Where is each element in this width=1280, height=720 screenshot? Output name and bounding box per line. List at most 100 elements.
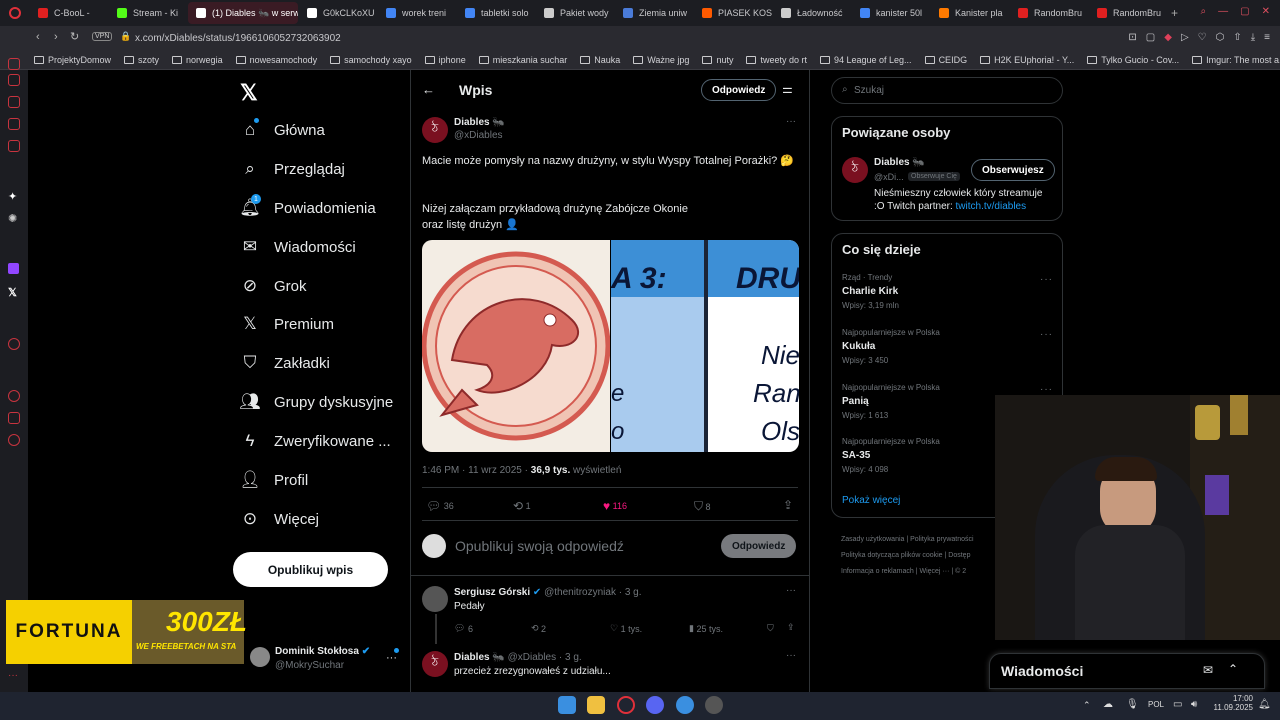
post-menu-icon[interactable]: ··· — [786, 116, 796, 127]
history-icon[interactable] — [8, 74, 20, 86]
reply2-avatar[interactable]: ঠ — [422, 651, 448, 677]
bookmark-item[interactable]: Imgur: The most a... — [1192, 55, 1280, 65]
account-menu-icon[interactable]: ··· — [386, 652, 397, 664]
browser-tab[interactable]: Stream - Ki — [109, 2, 187, 24]
footer-link[interactable]: Dostęp — [948, 552, 970, 559]
reply-avatar[interactable] — [422, 586, 448, 612]
related-name[interactable]: Diables 🐜 — [874, 157, 925, 168]
trend-menu-icon[interactable]: ··· — [1040, 384, 1053, 395]
messenger-icon[interactable] — [8, 58, 20, 70]
clock[interactable]: 17:00 11.09.2025 — [1213, 694, 1253, 712]
browser-tab[interactable]: Ziemia uniw — [615, 2, 693, 24]
nav-item-4[interactable]: ⊘ Grok — [240, 276, 307, 296]
browser-tab[interactable]: RandomBru — [1010, 2, 1088, 24]
notifications-icon[interactable]: 🔔︎ — [1258, 699, 1271, 710]
back-icon[interactable]: ‹ — [36, 31, 40, 43]
language-indicator[interactable]: POL — [1148, 700, 1164, 709]
settings-icon[interactable] — [8, 434, 20, 446]
bookmark-item[interactable]: H2K EUphoria! - Y... — [980, 55, 1074, 65]
start-icon[interactable] — [558, 696, 576, 714]
opera-logo-icon[interactable] — [0, 7, 30, 19]
nav-item-3[interactable]: ✉ Wiadomości — [240, 237, 356, 257]
nav-item-8[interactable]: ϟ Zweryfikowane ... — [240, 431, 391, 451]
sliders-icon[interactable]: ⚌ — [782, 82, 793, 96]
x-icon[interactable]: 𝕏 — [8, 286, 17, 299]
trend-menu-icon[interactable]: ··· — [1040, 329, 1053, 340]
reply-stat[interactable]: 💬︎ 36 — [426, 499, 454, 513]
reply-header[interactable]: Sergiusz Górski ✔ @thenitrozyniak · 3 g. — [454, 587, 642, 598]
bookmark-item[interactable]: nuty — [702, 55, 733, 65]
twitch-link[interactable]: twitch.tv/diables — [956, 201, 1027, 212]
browser-tab[interactable]: Kanister pla — [931, 2, 1009, 24]
menu-icon[interactable]: ≡ — [1264, 32, 1270, 43]
account-name[interactable]: Dominik Stokłosa ✔ — [275, 646, 370, 657]
reply-menu-icon[interactable]: ··· — [786, 585, 796, 596]
related-avatar[interactable]: ঠ — [842, 157, 868, 183]
maximize-button[interactable]: ▢ — [1240, 6, 1249, 17]
search-box[interactable]: ⌕ Szukaj — [831, 77, 1063, 104]
pin-icon[interactable] — [8, 412, 20, 424]
footer-link[interactable]: Zasady użytkowania — [841, 536, 904, 543]
vpn-badge[interactable]: VPN — [92, 32, 113, 41]
author-name[interactable]: Diables 🐜 — [454, 117, 505, 128]
share-icon[interactable]: ⇧ — [1233, 32, 1241, 43]
post-button[interactable]: Opublikuj wpis — [233, 552, 388, 587]
browser-tab[interactable]: C-BooL - — [30, 2, 108, 24]
back-arrow-icon[interactable]: ← — [422, 82, 435, 97]
browser-tab[interactable]: kanister 50l — [852, 2, 930, 24]
trend-item[interactable]: Najpopularniejsze w Polska Kukuła Wpisy: 3… — [842, 328, 940, 365]
follow-button[interactable]: Obserwujesz — [971, 159, 1055, 181]
nav-item-6[interactable]: ⛉ Zakładki — [240, 353, 330, 373]
reload-icon[interactable]: ↻ — [70, 30, 79, 43]
account-avatar[interactable] — [250, 647, 270, 667]
heart-icon[interactable]: ♡ — [1198, 32, 1207, 43]
share-post-icon[interactable]: ⇪ — [783, 498, 793, 512]
nav-item-9[interactable]: 👤︎ Profil — [239, 470, 308, 490]
bookmark-stat[interactable]: ⛉ 8 — [694, 499, 711, 514]
bookmark-item[interactable]: Tylko Gucio - Cov... — [1087, 55, 1179, 65]
search-input[interactable]: Szukaj — [854, 85, 884, 96]
retweet-stat[interactable]: ⟲ 1 — [513, 499, 531, 513]
trend-item[interactable]: Rząd · Trendy Charlie Kirk Wpisy: 3,19 mln — [842, 273, 899, 310]
bookmark-item[interactable]: CEIDG — [924, 55, 967, 65]
new-message-icon[interactable]: ✉ — [1203, 663, 1213, 677]
footer-link[interactable]: Polityka dotycząca plików cookie — [841, 552, 943, 559]
fortuna-ad[interactable]: FORTUNA 300ZŁ WE FREEBETACH NA STA — [6, 600, 247, 664]
forward-icon[interactable]: › — [54, 31, 58, 43]
browser-tab[interactable]: Pakiet wody — [536, 2, 614, 24]
bookmark-item[interactable]: ProjektyDomow — [34, 55, 111, 65]
bookmark-item[interactable]: norwegia — [172, 55, 223, 65]
bookmark-item[interactable]: tweety do rt — [746, 55, 807, 65]
bookmark-item[interactable]: samochody xayo — [330, 55, 412, 65]
wallet-icon[interactable] — [8, 96, 20, 108]
browser-tab[interactable]: RandomBru — [1089, 2, 1167, 24]
reply-bookmark-icon[interactable]: ⛉ — [767, 623, 774, 634]
compose-input[interactable]: Opublikuj swoją odpowiedź — [455, 538, 624, 554]
post-image-table[interactable]: A 3: DRU e o Nie Ran Ols — [611, 240, 799, 452]
pocket-icon[interactable]: ◆ — [1164, 32, 1172, 43]
related-handle[interactable]: @xDi... — [874, 172, 904, 182]
footer-link[interactable]: Polityka prywatności — [910, 536, 973, 543]
twitch-icon[interactable] — [8, 263, 19, 274]
tray-chevron-icon[interactable]: ⌃ — [1083, 700, 1091, 711]
browser-tab[interactable]: tabletki solo — [457, 2, 535, 24]
obs-icon[interactable] — [705, 696, 723, 714]
nav-item-7[interactable]: 👥︎ Grupy dyskusyjne — [239, 392, 393, 412]
reply2-menu-icon[interactable]: ··· — [786, 650, 796, 661]
screenshot-icon[interactable]: ▢ — [1146, 32, 1155, 43]
bookmark-item[interactable]: mieszkania suchar — [478, 55, 567, 65]
network-icon[interactable]: ▭ — [1173, 699, 1182, 710]
chatgpt-icon[interactable]: ✺ — [8, 212, 17, 225]
show-more-link[interactable]: Pokaż więcej — [842, 495, 900, 506]
opera-taskbar-icon[interactable] — [617, 696, 635, 714]
discord-icon[interactable] — [646, 696, 664, 714]
author-avatar[interactable]: ঠ — [422, 117, 448, 143]
bookmark-item[interactable]: Ważne jpg — [633, 55, 689, 65]
new-tab-button[interactable]: + — [1171, 6, 1178, 20]
clock-icon[interactable] — [8, 390, 20, 402]
trend-item[interactable]: Najpopularniejsze w Polska Panią Wpisy: 1 … — [842, 383, 940, 420]
aria-icon[interactable]: ✦ — [8, 190, 17, 203]
post-image-emblem[interactable] — [422, 240, 610, 452]
volume-icon[interactable]: 🔊︎ — [1191, 699, 1197, 710]
minimize-button[interactable]: — — [1218, 6, 1228, 17]
